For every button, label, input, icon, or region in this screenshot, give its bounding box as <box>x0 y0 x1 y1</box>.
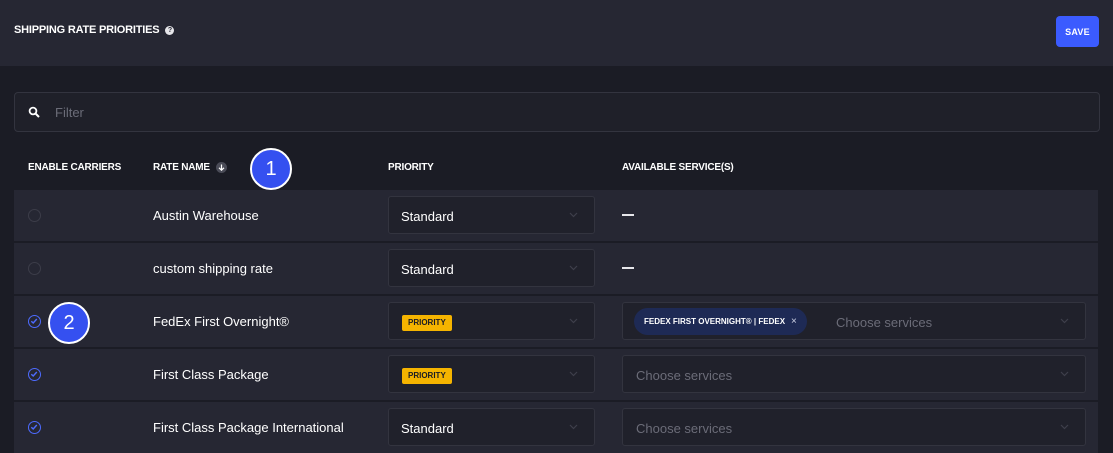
priority-select[interactable]: PRIORITY <box>388 302 595 340</box>
chevron-down-icon <box>1060 424 1069 430</box>
services-placeholder: Choose services <box>636 421 733 436</box>
enable-carrier-checkbox[interactable] <box>28 262 41 275</box>
page-title-text: SHIPPING RATE PRIORITIES <box>14 24 160 36</box>
page-title: SHIPPING RATE PRIORITIES ? <box>14 24 175 36</box>
filter-input[interactable] <box>53 103 957 121</box>
enable-carrier-checkbox[interactable] <box>28 315 41 328</box>
column-header-enable-carriers: ENABLE CARRIERS <box>28 162 122 173</box>
priority-value: Standard <box>401 421 454 436</box>
rate-name: FedEx First Overnight® <box>153 314 290 329</box>
service-chip-label: FEDEX FIRST OVERNIGHT® | FEDEX <box>644 317 786 326</box>
services-select[interactable]: Choose services <box>622 355 1086 393</box>
page-header: SHIPPING RATE PRIORITIES ? SAVE <box>0 0 1113 66</box>
enable-carrier-checkbox[interactable] <box>28 368 41 381</box>
filter-box[interactable] <box>14 92 1100 132</box>
table-row: Austin Warehouse Standard <box>14 190 1098 241</box>
check-icon <box>30 371 38 378</box>
service-chip: FEDEX FIRST OVERNIGHT® | FEDEX × <box>634 308 807 335</box>
check-icon <box>30 318 38 325</box>
rate-name: First Class Package <box>153 367 269 382</box>
column-header-rate-name-label: RATE NAME <box>153 162 210 174</box>
services-placeholder: Choose services <box>836 315 933 330</box>
chevron-down-icon <box>569 265 578 271</box>
priority-select[interactable]: PRIORITY <box>388 355 595 393</box>
priority-select[interactable]: Standard <box>388 408 595 446</box>
priority-select[interactable]: Standard <box>388 249 595 287</box>
chevron-down-icon <box>1060 371 1069 377</box>
chevron-down-icon <box>1060 318 1069 324</box>
chevron-down-icon <box>569 371 578 377</box>
column-header-priority: PRIORITY <box>388 162 434 173</box>
callout-marker-1: 1 <box>250 148 292 190</box>
chevron-down-icon <box>569 212 578 218</box>
table-row: FedEx First Overnight® PRIORITY FEDEX FI… <box>14 296 1098 347</box>
help-icon[interactable]: ? <box>165 25 175 35</box>
check-icon <box>30 424 38 431</box>
services-select[interactable]: Choose services <box>622 408 1086 446</box>
priority-badge: PRIORITY <box>402 315 452 331</box>
enable-carrier-checkbox[interactable] <box>28 209 41 222</box>
no-services-dash <box>622 267 634 269</box>
arrow-down-icon[interactable] <box>215 162 227 173</box>
chevron-down-icon <box>569 318 578 324</box>
column-header-rate-name[interactable]: RATE NAME <box>153 162 227 173</box>
services-placeholder: Choose services <box>636 368 733 383</box>
rate-name: custom shipping rate <box>153 261 273 276</box>
priority-select[interactable]: Standard <box>388 196 595 234</box>
enable-carrier-checkbox[interactable] <box>28 421 41 434</box>
table-row: custom shipping rate Standard <box>14 243 1098 294</box>
rate-name: Austin Warehouse <box>153 208 259 223</box>
column-header-available-services: AVAILABLE SERVICE(S) <box>622 162 734 173</box>
table-row: First Class Package PRIORITY Choose serv… <box>14 349 1098 400</box>
priority-badge: PRIORITY <box>402 368 452 384</box>
table-row: First Class Package International Standa… <box>14 402 1098 453</box>
services-select[interactable]: FEDEX FIRST OVERNIGHT® | FEDEX × Choose … <box>622 302 1086 340</box>
no-services-dash <box>622 214 634 216</box>
chevron-down-icon <box>569 424 578 430</box>
priority-value: Standard <box>401 262 454 277</box>
rate-name: First Class Package International <box>153 420 344 435</box>
callout-marker-2: 2 <box>48 302 90 344</box>
save-button[interactable]: SAVE <box>1056 16 1099 47</box>
close-icon[interactable]: × <box>791 316 797 327</box>
search-icon <box>28 106 40 118</box>
priority-value: Standard <box>401 209 454 224</box>
